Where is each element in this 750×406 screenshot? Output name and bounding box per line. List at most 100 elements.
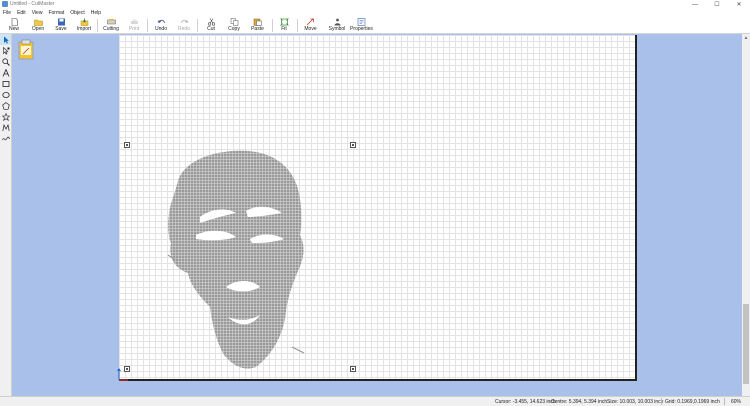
toolbar-separator	[297, 19, 298, 32]
polygon-tool[interactable]	[0, 100, 11, 111]
paste-label: Paste	[251, 26, 264, 32]
fit-button[interactable]: Fit	[278, 17, 290, 34]
workspace[interactable]	[12, 34, 742, 396]
status-zoom: 60%	[731, 399, 742, 405]
properties-label: Properties	[350, 26, 373, 32]
menu-object[interactable]: Object	[67, 9, 87, 17]
selection-handle-top-right[interactable]	[350, 142, 356, 148]
select-tool[interactable]	[0, 34, 11, 45]
move-label: Move	[304, 26, 317, 32]
status-separator	[661, 398, 662, 405]
new-label: New	[8, 26, 19, 32]
toolbar: New Open Save Import Cutting Print Undo …	[0, 17, 750, 34]
cutting-button[interactable]: Cutting	[101, 17, 121, 34]
toolbar-separator	[272, 19, 273, 32]
portrait-artwork[interactable]	[166, 147, 314, 372]
menu-format[interactable]: Format	[45, 9, 67, 17]
window-controls: — ☐ ✕	[684, 0, 750, 9]
scrollbar-thumb[interactable]	[743, 304, 749, 384]
print-label: Print	[128, 26, 140, 32]
print-button[interactable]: Print	[127, 17, 141, 34]
cutting-label: Cutting	[103, 26, 119, 32]
freehand-tool[interactable]	[0, 133, 11, 144]
undo-label: Undo	[155, 26, 167, 32]
printer-icon	[130, 19, 138, 24]
status-bar: Cursor: -3.455, 14.623 inch Centre: 5.39…	[0, 396, 750, 406]
save-button[interactable]: Save	[53, 17, 69, 34]
open-label: Open	[31, 26, 45, 32]
bezier-tool[interactable]	[0, 122, 11, 133]
move-icon	[306, 18, 314, 26]
drawing-page[interactable]	[119, 35, 637, 381]
plotter-icon	[106, 19, 116, 25]
menu-help[interactable]: Help	[88, 9, 104, 17]
open-button[interactable]: Open	[29, 17, 47, 34]
menu-bar: File Edit View Format Object Help	[0, 9, 750, 17]
status-size: Size: 10.003, 10.003 inch	[607, 399, 664, 405]
origin-axis-icon	[117, 368, 128, 381]
fit-page-icon	[279, 18, 289, 26]
toolbar-separator	[147, 19, 148, 32]
minimize-button[interactable]: —	[684, 0, 706, 9]
toolbar-separator	[97, 19, 98, 32]
text-tool[interactable]	[0, 67, 11, 78]
open-folder-icon	[33, 19, 43, 26]
cut-button[interactable]: Cut	[204, 17, 218, 34]
vertical-scrollbar[interactable]: ▲	[742, 34, 750, 396]
import-button[interactable]: Import	[75, 17, 93, 34]
paste-button[interactable]: Paste	[249, 17, 266, 34]
bezier-icon	[1, 123, 10, 131]
clipboard-object-icon[interactable]	[18, 38, 34, 64]
selection-handle-bottom-right[interactable]	[350, 366, 356, 372]
star-icon	[1, 112, 10, 121]
window-title: Untitled - CutMaster	[10, 1, 55, 7]
close-button[interactable]: ✕	[728, 0, 750, 9]
move-button[interactable]: Move	[303, 17, 318, 34]
ellipse-icon	[1, 91, 10, 98]
title-bar: Untitled - CutMaster — ☐ ✕	[0, 0, 750, 9]
menu-file[interactable]: File	[0, 9, 14, 17]
scissors-icon	[207, 18, 215, 26]
polygon-icon	[1, 101, 10, 110]
new-document-icon	[11, 18, 18, 26]
symbol-label: Symbol	[328, 26, 346, 32]
properties-button[interactable]: Properties	[349, 17, 374, 34]
selection-handle-top-left[interactable]	[124, 142, 130, 148]
rectangle-tool[interactable]	[0, 78, 11, 89]
maximize-button[interactable]: ☐	[706, 0, 728, 9]
cut-label: Cut	[207, 26, 215, 32]
paste-clipboard-icon	[253, 18, 262, 26]
text-icon	[2, 68, 9, 77]
ellipse-tool[interactable]	[0, 89, 11, 100]
symbol-button[interactable]: Symbol	[328, 17, 346, 34]
copy-icon	[230, 18, 238, 26]
copy-label: Copy	[228, 26, 240, 32]
select-arrow-icon	[3, 36, 9, 43]
freehand-icon	[1, 136, 10, 140]
save-disk-icon	[57, 18, 65, 26]
undo-button[interactable]: Undo	[153, 17, 169, 34]
zoom-tool[interactable]	[0, 56, 11, 67]
rectangle-icon	[2, 80, 9, 87]
star-tool[interactable]	[0, 111, 11, 122]
redo-label: Redo	[178, 26, 190, 32]
redo-button[interactable]: Redo	[176, 17, 192, 34]
properties-icon	[357, 18, 366, 26]
toolbar-separator	[197, 19, 198, 32]
status-separator	[724, 398, 725, 405]
save-label: Save	[55, 26, 67, 32]
app-icon	[2, 1, 8, 7]
menu-view[interactable]: View	[29, 9, 46, 17]
scroll-up-arrow-icon[interactable]: ▲	[742, 34, 750, 42]
symbol-icon	[334, 18, 340, 26]
menu-edit[interactable]: Edit	[14, 9, 29, 17]
import-icon	[80, 18, 88, 26]
copy-button[interactable]: Copy	[226, 17, 242, 34]
redo-arrow-icon	[180, 19, 188, 24]
node-edit-tool[interactable]	[0, 45, 11, 56]
status-cursor: Cursor: -3.455, 14.623 inch	[495, 399, 556, 405]
tool-palette	[0, 34, 12, 396]
status-grid: Grid: 0.1969,0.1969 inch	[665, 399, 720, 405]
new-button[interactable]: New	[6, 17, 22, 34]
import-label: Import	[76, 26, 92, 32]
